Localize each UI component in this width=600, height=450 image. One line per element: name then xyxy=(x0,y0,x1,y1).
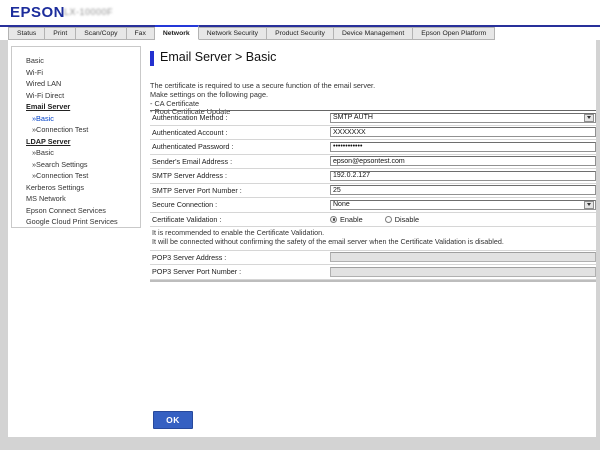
tab-fax[interactable]: Fax xyxy=(127,27,155,40)
field-label: Authentication Method : xyxy=(150,113,330,122)
sidebar-item-epson-connect-services[interactable]: Epson Connect Services xyxy=(12,205,140,217)
form-row-authentication-method: Authentication Method : SMTP AUTH xyxy=(150,111,596,126)
content-panel: Basic Wi-Fi Wired LAN Wi-Fi Direct Email… xyxy=(8,40,596,437)
sidebar-item-email-server-basic[interactable]: »Basic xyxy=(12,113,140,125)
tab-print[interactable]: Print xyxy=(45,27,76,40)
printer-model-name: LX-10000F xyxy=(64,7,113,17)
sidebar-item-ldap-server[interactable]: LDAP Server xyxy=(12,136,140,148)
form-row-authenticated-password: Authenticated Password : xyxy=(150,140,596,155)
enable-radio[interactable] xyxy=(330,216,337,223)
secure-connection-select[interactable]: None xyxy=(330,200,596,211)
certificate-validation-radio-group: Enable Disable xyxy=(330,215,419,224)
field-label: Sender's Email Address : xyxy=(150,157,330,166)
tab-scan-copy[interactable]: Scan/Copy xyxy=(76,27,126,40)
sidebar-item-wifi-direct[interactable]: Wi-Fi Direct xyxy=(12,90,140,102)
dropdown-button[interactable] xyxy=(584,114,594,123)
field-label: POP3 Server Port Number : xyxy=(150,267,330,276)
sender-email-input[interactable] xyxy=(330,156,596,166)
form-row-certificate-validation: Certificate Validation : Enable Disable xyxy=(150,213,596,228)
dropdown-button[interactable] xyxy=(584,201,594,210)
authenticated-account-input[interactable] xyxy=(330,127,596,137)
pop3-server-address-input xyxy=(330,252,596,262)
sidebar-item-ldap-basic[interactable]: »Basic xyxy=(12,147,140,159)
form-row-authenticated-account: Authenticated Account : xyxy=(150,126,596,141)
form-row-pop3-address: POP3 Server Address : xyxy=(150,251,596,266)
tab-network-security[interactable]: Network Security xyxy=(199,27,267,40)
field-label: Secure Connection : xyxy=(150,200,330,209)
sidebar-item-kerberos-settings[interactable]: Kerberos Settings xyxy=(12,182,140,194)
field-label: Certificate Validation : xyxy=(150,215,330,224)
sidebar-item-ldap-connection-test[interactable]: »Connection Test xyxy=(12,170,140,182)
sidebar-item-email-server[interactable]: Email Server xyxy=(12,101,140,113)
sidebar-item-basic[interactable]: Basic xyxy=(12,55,140,67)
certificate-validation-note: It is recommended to enable the Certific… xyxy=(150,227,596,251)
form-row-smtp-port: SMTP Server Port Number : xyxy=(150,184,596,199)
title-accent-bar xyxy=(150,51,154,66)
sidebar-item-google-cloud-print-services[interactable]: Google Cloud Print Services xyxy=(12,216,140,228)
field-label: Authenticated Account : xyxy=(150,128,330,137)
tab-status[interactable]: Status xyxy=(8,27,45,40)
tab-epson-open-platform[interactable]: Epson Open Platform xyxy=(413,27,495,40)
form-row-smtp-address: SMTP Server Address : xyxy=(150,169,596,184)
sidebar-item-email-server-connection-test[interactable]: »Connection Test xyxy=(12,124,140,136)
selected-value: None xyxy=(331,201,350,208)
sidebar-item-wired-lan[interactable]: Wired LAN xyxy=(12,78,140,90)
selected-value: SMTP AUTH xyxy=(331,114,373,121)
disable-radio-label: Disable xyxy=(395,215,419,224)
form-row-secure-connection: Secure Connection : None xyxy=(150,198,596,213)
chevron-down-icon xyxy=(587,116,591,119)
smtp-server-address-input[interactable] xyxy=(330,171,596,181)
form-row-pop3-port: POP3 Server Port Number : xyxy=(150,265,596,280)
ok-button[interactable]: OK xyxy=(153,411,193,429)
email-server-form: Authentication Method : SMTP AUTH Authen… xyxy=(150,110,596,282)
smtp-server-port-input[interactable] xyxy=(330,185,596,195)
note-line: It will be connected without confirming … xyxy=(152,238,596,247)
sidebar-item-wifi[interactable]: Wi-Fi xyxy=(12,67,140,79)
tab-device-management[interactable]: Device Management xyxy=(334,27,413,40)
chevron-down-icon xyxy=(587,203,591,206)
app-header: EPSON LX-10000F xyxy=(0,0,600,25)
field-label: POP3 Server Address : xyxy=(150,253,330,262)
field-label: SMTP Server Port Number : xyxy=(150,186,330,195)
disable-radio[interactable] xyxy=(385,216,392,223)
sidebar-item-ldap-search-settings[interactable]: »Search Settings xyxy=(12,159,140,171)
form-row-sender-email: Sender's Email Address : xyxy=(150,155,596,170)
network-sidebar: Basic Wi-Fi Wired LAN Wi-Fi Direct Email… xyxy=(11,46,141,228)
sidebar-item-ms-network[interactable]: MS Network xyxy=(12,193,140,205)
form-bottom-border xyxy=(150,280,596,282)
field-label: Authenticated Password : xyxy=(150,142,330,151)
pop3-server-port-input xyxy=(330,267,596,277)
tab-product-security[interactable]: Product Security xyxy=(267,27,334,40)
authentication-method-select[interactable]: SMTP AUTH xyxy=(330,113,596,124)
authenticated-password-input[interactable] xyxy=(330,142,596,152)
page-title: Email Server > Basic xyxy=(160,50,276,64)
epson-logo: EPSON xyxy=(10,4,65,21)
tab-network[interactable]: Network xyxy=(155,25,199,40)
field-label: SMTP Server Address : xyxy=(150,171,330,180)
tab-bar: Status Print Scan/Copy Fax Network Netwo… xyxy=(0,27,600,40)
enable-radio-label: Enable xyxy=(340,215,363,224)
